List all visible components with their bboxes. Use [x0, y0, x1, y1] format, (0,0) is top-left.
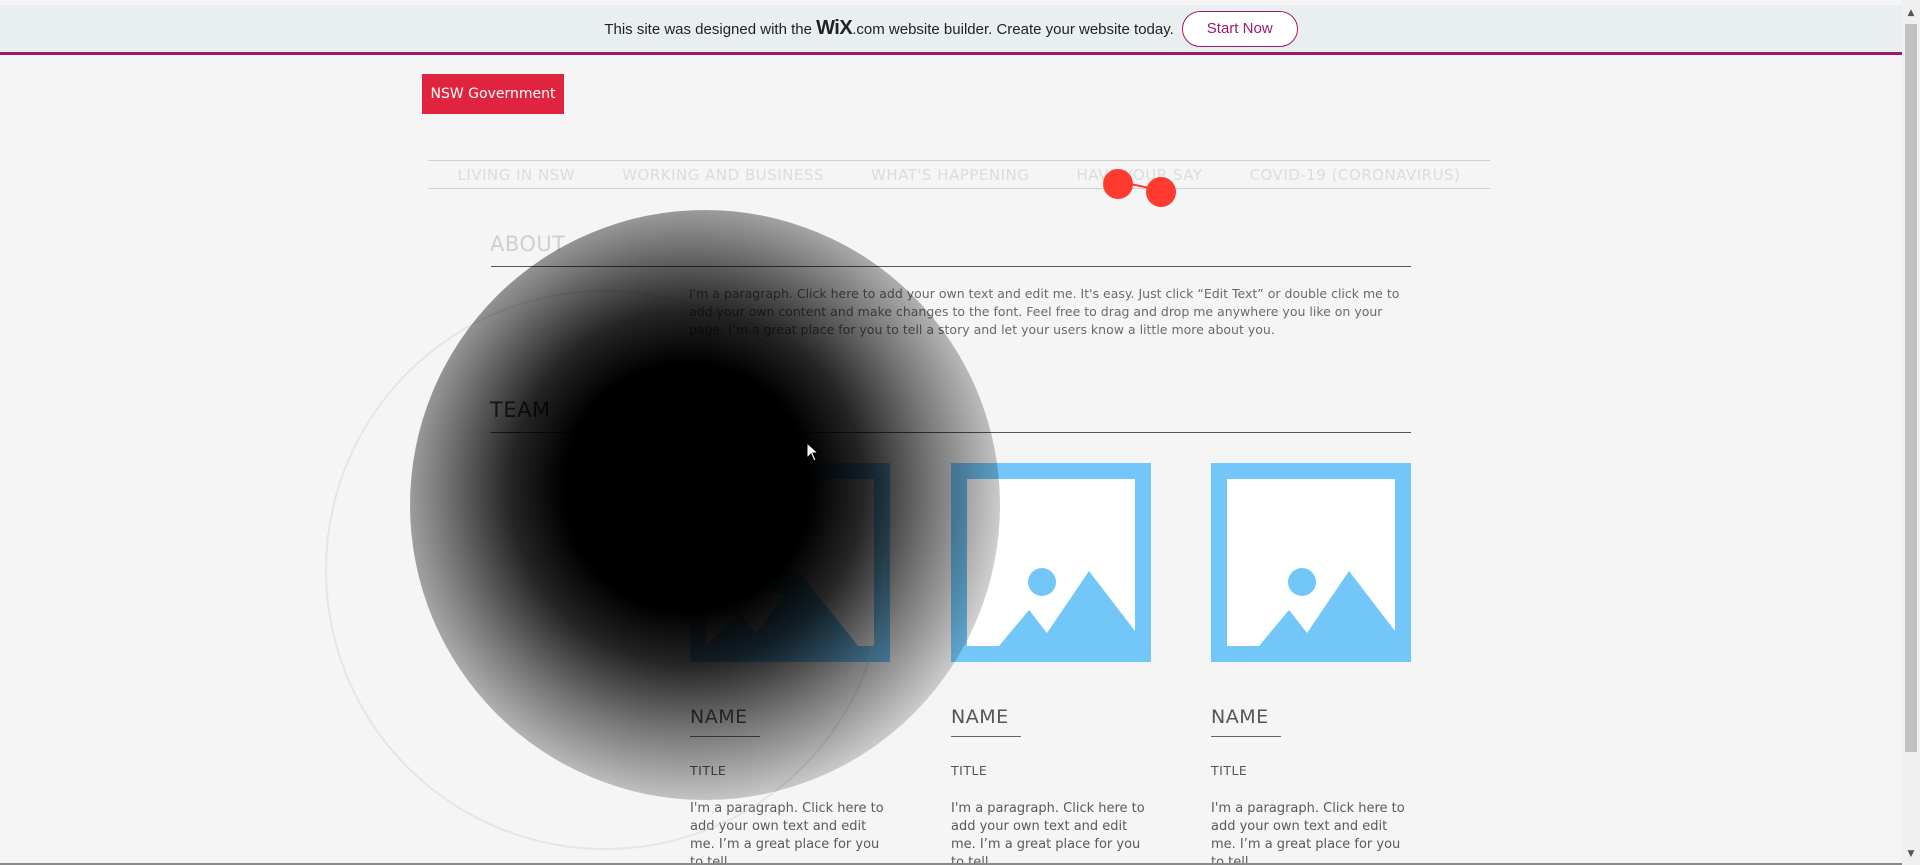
scrollbar-thumb[interactable] [1905, 24, 1917, 752]
chevron-up-icon[interactable]: ▲ [1902, 4, 1920, 22]
team-member-bio[interactable]: I'm a paragraph. Click here to add your … [1211, 800, 1411, 865]
team-member-card: NAME TITLE I'm a paragraph. Click here t… [690, 463, 890, 865]
mouse-cursor-icon [806, 442, 820, 462]
page: This site was designed with the WiX.com … [0, 0, 1920, 865]
team-member-name-divider [1211, 736, 1281, 737]
chevron-down-icon[interactable]: ▼ [1902, 845, 1920, 863]
team-member-name-divider [951, 736, 1021, 737]
team-member-card: NAME TITLE I'm a paragraph. Click here t… [951, 463, 1151, 865]
nav-item-have-your-say[interactable]: HAVE YOUR SAY [1077, 166, 1203, 184]
vertical-scrollbar[interactable]: ▲ ▼ [1902, 0, 1920, 865]
nav-red-dot [1103, 169, 1133, 199]
nsw-government-logo[interactable]: NSW Government [422, 74, 564, 114]
wix-logo-suffix[interactable]: .com [852, 21, 885, 38]
team-member-bio[interactable]: I'm a paragraph. Click here to add your … [690, 800, 890, 865]
about-paragraph[interactable]: I'm a paragraph. Click here to add your … [689, 285, 1405, 339]
banner-text: This site was designed with the WiX.com … [604, 17, 1173, 40]
nav-item-whats-happening[interactable]: WHAT'S HAPPENING [871, 166, 1029, 184]
main-nav: LIVING IN NSW WORKING AND BUSINESS WHAT'… [428, 160, 1490, 189]
team-heading: TEAM [490, 398, 551, 422]
nav-item-covid-19[interactable]: COVID-19 (CORONAVIRUS) [1250, 166, 1461, 184]
start-now-button[interactable]: Start Now [1181, 10, 1298, 47]
nav-item-working-and-business[interactable]: WORKING AND BUSINESS [622, 166, 824, 184]
banner-text-after: website builder. Create your website tod… [888, 21, 1174, 38]
nav-red-dot [1146, 177, 1176, 207]
team-member-photo[interactable] [1211, 463, 1411, 662]
team-member-title[interactable]: TITLE [690, 763, 890, 778]
nav-item-living-in-nsw[interactable]: LIVING IN NSW [458, 166, 576, 184]
about-divider [491, 266, 1411, 267]
team-member-name-divider [690, 736, 760, 737]
team-member-card: NAME TITLE I'm a paragraph. Click here t… [1211, 463, 1411, 865]
team-member-title[interactable]: TITLE [951, 763, 1151, 778]
team-divider [491, 432, 1411, 433]
team-member-name[interactable]: NAME [1211, 706, 1411, 728]
image-placeholder-icon [951, 463, 1151, 662]
image-placeholder-icon [1211, 463, 1411, 662]
team-member-photo[interactable] [690, 463, 890, 662]
wix-banner: This site was designed with the WiX.com … [0, 5, 1902, 55]
team-member-name[interactable]: NAME [951, 706, 1151, 728]
about-heading: ABOUT [490, 232, 566, 256]
team-member-photo[interactable] [951, 463, 1151, 662]
team-member-bio[interactable]: I'm a paragraph. Click here to add your … [951, 800, 1151, 865]
image-placeholder-icon [690, 463, 890, 662]
banner-text-before: This site was designed with the [604, 21, 812, 38]
team-member-title[interactable]: TITLE [1211, 763, 1411, 778]
team-member-name[interactable]: NAME [690, 706, 890, 728]
wix-logo[interactable]: WiX [816, 17, 853, 39]
